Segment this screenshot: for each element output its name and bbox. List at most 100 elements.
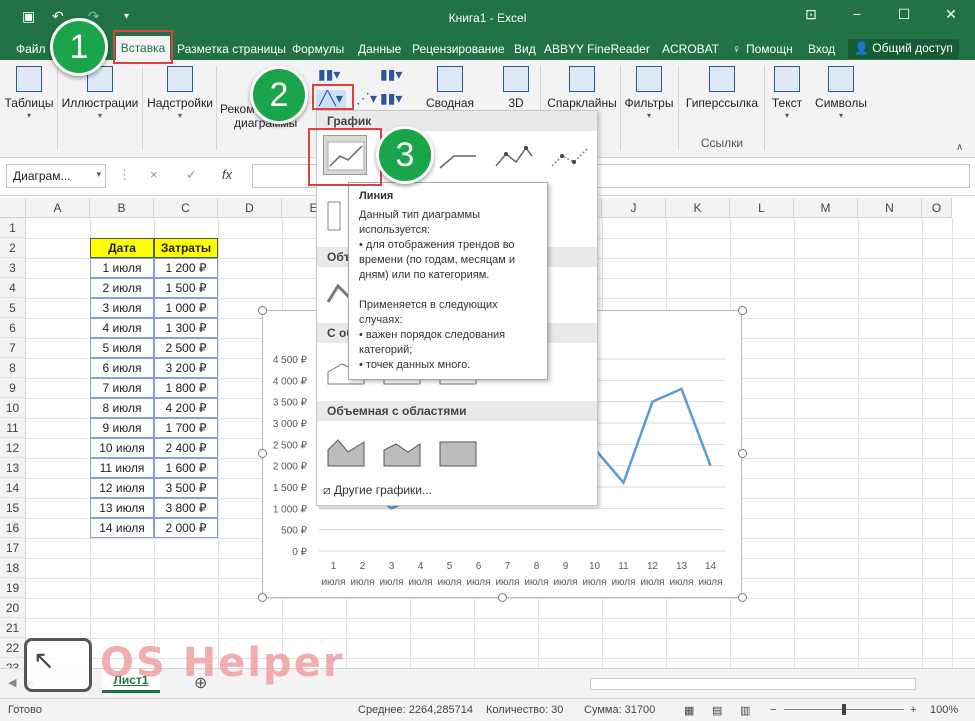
addins-button[interactable]: Надстройки ▾: [145, 62, 215, 120]
minimize-button[interactable]: −: [846, 6, 868, 28]
cost-cell[interactable]: 1 200 ₽: [154, 258, 218, 278]
cost-cell[interactable]: 1 300 ₽: [154, 318, 218, 338]
date-cell[interactable]: 6 июля: [90, 358, 154, 378]
cost-cell[interactable]: 3 500 ₽: [154, 478, 218, 498]
header-cell-cost[interactable]: Затраты: [154, 238, 218, 258]
3d-percent-area-option[interactable]: [435, 429, 479, 469]
row-header[interactable]: 13: [0, 458, 26, 478]
share-button[interactable]: 👤 Общий доступ: [848, 39, 959, 59]
row-header[interactable]: 10: [0, 398, 26, 418]
column-header[interactable]: B: [90, 198, 154, 218]
name-box[interactable]: Диаграм... ▾: [6, 164, 106, 188]
cost-cell[interactable]: 1 800 ₽: [154, 378, 218, 398]
date-cell[interactable]: 4 июля: [90, 318, 154, 338]
zoom-out-icon[interactable]: −: [770, 704, 776, 716]
tab-abbyy[interactable]: ABBYY FineReader 12: [544, 42, 652, 56]
row-header[interactable]: 3: [0, 258, 26, 278]
cost-cell[interactable]: 2 000 ₽: [154, 518, 218, 538]
prev-sheet-icon[interactable]: ◀: [8, 676, 16, 689]
stacked-markers-option[interactable]: [547, 135, 591, 175]
resize-handle[interactable]: [738, 449, 747, 458]
resize-handle[interactable]: [738, 593, 747, 602]
page-layout-view-icon[interactable]: ▤: [712, 704, 722, 717]
column-header[interactable]: O: [922, 198, 952, 218]
zoom-in-icon[interactable]: +: [910, 704, 916, 716]
cancel-icon[interactable]: ×: [150, 167, 158, 182]
row-header[interactable]: 6: [0, 318, 26, 338]
row-header[interactable]: 5: [0, 298, 26, 318]
date-cell[interactable]: 5 июля: [90, 338, 154, 358]
date-cell[interactable]: 2 июля: [90, 278, 154, 298]
column-header[interactable]: J: [602, 198, 666, 218]
date-cell[interactable]: 7 июля: [90, 378, 154, 398]
date-cell[interactable]: 8 июля: [90, 398, 154, 418]
symbols-button[interactable]: Символы ▾: [812, 62, 870, 120]
date-cell[interactable]: 10 июля: [90, 438, 154, 458]
date-cell[interactable]: 14 июля: [90, 518, 154, 538]
page-break-view-icon[interactable]: ▥: [740, 704, 750, 717]
date-cell[interactable]: 13 июля: [90, 498, 154, 518]
row-header[interactable]: 1: [0, 218, 26, 238]
row-header[interactable]: 14: [0, 478, 26, 498]
3d-stacked-area-option[interactable]: [379, 429, 423, 469]
date-cell[interactable]: 1 июля: [90, 258, 154, 278]
cost-cell[interactable]: 2 500 ₽: [154, 338, 218, 358]
row-header[interactable]: 15: [0, 498, 26, 518]
text-button[interactable]: Текст ▾: [766, 62, 808, 120]
resize-handle[interactable]: [738, 306, 747, 315]
collapse-ribbon-icon[interactable]: ∧: [956, 142, 963, 153]
maximize-button[interactable]: ☐: [893, 6, 915, 28]
row-header[interactable]: 12: [0, 438, 26, 458]
cost-cell[interactable]: 4 200 ₽: [154, 398, 218, 418]
resize-handle[interactable]: [258, 593, 267, 602]
filters-button[interactable]: Фильтры ▾: [622, 62, 676, 120]
tab-view[interactable]: Вид: [514, 42, 536, 56]
header-cell-date[interactable]: Дата: [90, 238, 154, 258]
close-button[interactable]: ✕: [940, 6, 962, 28]
pivot-chart-button[interactable]: Сводная: [424, 62, 476, 110]
row-header[interactable]: 22: [0, 638, 26, 658]
line-markers-option[interactable]: [491, 135, 535, 175]
zoom-level[interactable]: 100%: [930, 704, 958, 716]
resize-handle[interactable]: [258, 306, 267, 315]
percent-line-option[interactable]: [435, 135, 479, 175]
normal-view-icon[interactable]: ▦: [684, 704, 694, 717]
tab-review[interactable]: Рецензирование: [412, 42, 505, 56]
tab-page-layout[interactable]: Разметка страницы: [177, 42, 286, 56]
ribbon-options-icon[interactable]: ⊡: [800, 6, 822, 28]
row-header[interactable]: 4: [0, 278, 26, 298]
row-header[interactable]: 21: [0, 618, 26, 638]
tab-file[interactable]: Файл: [16, 42, 46, 56]
more-line-charts-link[interactable]: ⧄ Другие графики...: [323, 483, 593, 503]
cost-cell[interactable]: 3 200 ₽: [154, 358, 218, 378]
insert-function-icon[interactable]: fx: [222, 167, 232, 182]
row-header[interactable]: 18: [0, 558, 26, 578]
row-header[interactable]: 2: [0, 238, 26, 258]
3d-map-button[interactable]: 3D: [496, 62, 536, 110]
column-header[interactable]: K: [666, 198, 730, 218]
enter-icon[interactable]: ✓: [186, 167, 197, 183]
row-header[interactable]: 16: [0, 518, 26, 538]
tab-formulas[interactable]: Формулы: [292, 42, 344, 56]
tab-data[interactable]: Данные: [358, 42, 401, 56]
cost-cell[interactable]: 2 400 ₽: [154, 438, 218, 458]
date-cell[interactable]: 12 июля: [90, 478, 154, 498]
tab-acrobat[interactable]: ACROBAT: [662, 42, 719, 56]
hierarchy-chart-icon[interactable]: ▮▮▾: [380, 66, 402, 83]
resize-handle[interactable]: [498, 593, 507, 602]
row-header[interactable]: 9: [0, 378, 26, 398]
chevron-down-icon[interactable]: ▾: [96, 169, 101, 180]
select-all-corner[interactable]: [0, 198, 26, 218]
resize-handle[interactable]: [258, 449, 267, 458]
zoom-slider-thumb[interactable]: [842, 704, 846, 715]
cost-cell[interactable]: 3 800 ₽: [154, 498, 218, 518]
horizontal-scrollbar[interactable]: [590, 678, 916, 690]
row-header[interactable]: 20: [0, 598, 26, 618]
column-header[interactable]: C: [154, 198, 218, 218]
cost-cell[interactable]: 1 000 ₽: [154, 298, 218, 318]
scatter-chart-icon[interactable]: ⋰▾: [356, 90, 377, 107]
row-header[interactable]: 19: [0, 578, 26, 598]
cost-cell[interactable]: 1 600 ₽: [154, 458, 218, 478]
column-header[interactable]: L: [730, 198, 794, 218]
bar-chart-icon[interactable]: ▮▮▾: [318, 66, 340, 83]
